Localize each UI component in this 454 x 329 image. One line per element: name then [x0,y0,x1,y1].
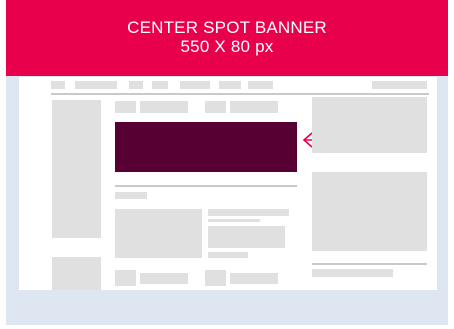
right-sidebar-line [312,269,393,277]
banner-size: 550 X 80 px [180,37,274,56]
content-label [115,192,147,199]
content-block [115,270,136,286]
banner-header: CENTER SPOT BANNER 550 X 80 px [6,0,448,76]
nav-item [219,81,241,89]
nav-item [180,81,210,89]
content-block [230,101,278,113]
nav-item [248,81,273,89]
center-spot-banner-area [115,122,297,172]
content-block [115,101,136,113]
article-line [208,252,248,258]
nav-item [129,81,143,89]
content-block [140,273,188,284]
right-divider [312,263,427,265]
content-block [140,101,188,113]
right-sidebar-block [312,97,427,153]
nav-item [51,81,65,89]
content-block [205,270,226,286]
nav-divider [51,93,429,95]
article-line [208,209,289,216]
nav-search [372,81,427,89]
content-block [205,101,226,113]
nav-item [152,81,168,89]
right-sidebar-block [312,172,427,251]
article-line [208,219,260,222]
left-sidebar-block [52,100,101,238]
ad-placement-illustration: CENTER SPOT BANNER 550 X 80 px [6,0,448,325]
banner-title: CENTER SPOT BANNER [127,18,327,37]
content-divider [115,185,297,187]
article-text [208,226,285,248]
left-sidebar-block [52,257,101,290]
content-block [230,273,278,284]
nav-item [75,81,117,89]
page-wireframe [19,77,437,290]
article-image [115,209,202,258]
